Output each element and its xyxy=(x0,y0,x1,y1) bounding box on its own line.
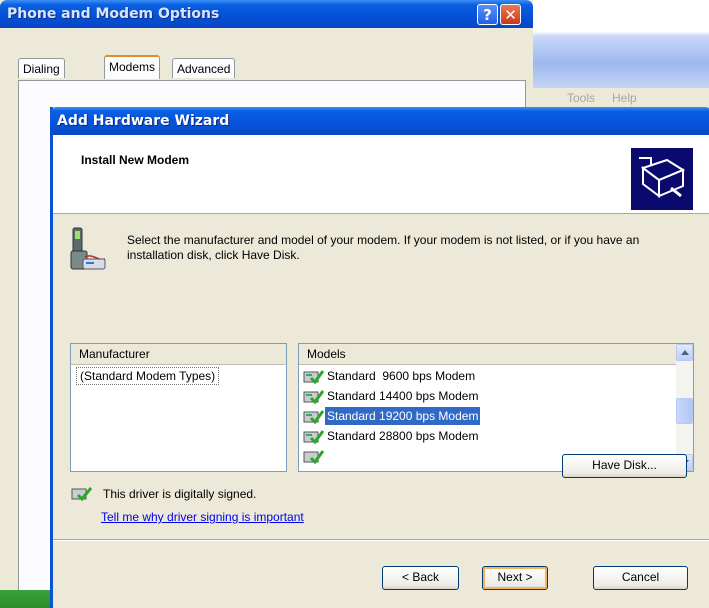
cancel-button[interactable]: Cancel xyxy=(593,566,688,590)
have-disk-button[interactable]: Have Disk... xyxy=(562,454,687,478)
next-button[interactable]: Next > xyxy=(482,566,548,590)
model-label: Standard 19200 bps Modem xyxy=(325,407,481,425)
models-header[interactable]: Models xyxy=(299,344,676,365)
signed-driver-icon xyxy=(303,388,325,406)
menu-help[interactable]: Help xyxy=(612,91,637,105)
intro-text: Select the manufacturer and model of you… xyxy=(127,233,640,262)
models-scrollbar[interactable] xyxy=(676,344,693,471)
add-hardware-wizard: Add Hardware Wizard Install New Modem Se… xyxy=(50,107,709,608)
wizard-header: Install New Modem xyxy=(53,135,709,214)
signed-driver-icon xyxy=(303,428,325,446)
bg-title-bar: Phone and Modem Options ? ✕ xyxy=(0,0,533,28)
model-label: Standard 9600 bps Modem xyxy=(327,369,476,383)
signed-driver-icon xyxy=(303,368,325,386)
wizard-title: Add Hardware Wizard xyxy=(57,113,230,129)
tab-dialing-rules[interactable]: Dialing Rules xyxy=(18,58,65,96)
signed-driver-icon xyxy=(303,408,325,426)
manufacturer-item[interactable]: (Standard Modem Types) xyxy=(76,367,220,385)
manufacturer-header[interactable]: Manufacturer xyxy=(71,344,286,365)
page-title: Install New Modem xyxy=(81,153,190,167)
phone-modem-icon xyxy=(69,225,107,273)
manufacturer-list[interactable]: Manufacturer (Standard Modem Types) xyxy=(70,343,287,472)
bg-window-title: Phone and Modem Options xyxy=(7,6,220,22)
driver-signing-link[interactable]: Tell me why driver signing is important xyxy=(101,510,304,524)
model-label: Standard 28800 bps Modem xyxy=(327,429,479,443)
models-list[interactable]: Models Standard 9600 bps Modem Standard … xyxy=(298,343,694,472)
tab-modems[interactable]: Modems xyxy=(104,55,161,79)
signed-status-text: This driver is digitally signed. xyxy=(103,487,257,501)
wizard-title-bar[interactable]: Add Hardware Wizard xyxy=(50,107,709,135)
tab-advanced[interactable]: Advanced xyxy=(172,58,236,78)
signed-driver-icon xyxy=(71,486,93,502)
hardware-wizard-icon xyxy=(631,148,693,210)
scroll-thumb[interactable] xyxy=(676,398,693,424)
bg-menu-fragment: Tools Help xyxy=(533,88,709,108)
button-separator xyxy=(53,539,709,541)
model-label: Standard 14400 bps Modem xyxy=(327,389,479,403)
chevron-up-icon xyxy=(681,350,689,355)
signed-driver-icon xyxy=(303,448,325,466)
background-desktop-strip xyxy=(533,0,709,90)
help-button[interactable]: ? xyxy=(477,4,498,25)
back-button[interactable]: < Back xyxy=(382,566,459,590)
scroll-up-button[interactable] xyxy=(676,344,693,361)
menu-tools[interactable]: Tools xyxy=(567,91,595,105)
close-button[interactable]: ✕ xyxy=(500,4,521,25)
